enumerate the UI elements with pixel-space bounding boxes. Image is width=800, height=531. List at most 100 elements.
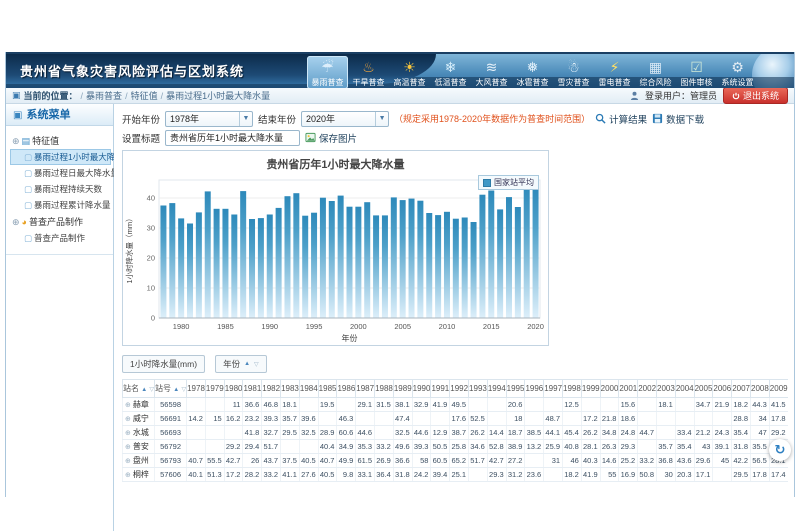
col-header-year[interactable]: 2007 bbox=[732, 380, 751, 398]
col-header-year[interactable]: 2003 bbox=[657, 380, 676, 398]
search-icon bbox=[595, 113, 606, 124]
nav-item-overall-risk[interactable]: ▦综合风险 bbox=[635, 56, 676, 88]
nav-item-hail-census[interactable]: ❅冰雹普查 bbox=[512, 56, 553, 88]
col-header-year[interactable]: 2000 bbox=[600, 380, 619, 398]
calculate-button[interactable]: 计算结果 bbox=[595, 112, 647, 126]
value-cell: 33.4 bbox=[675, 426, 694, 440]
expand-row-icon[interactable]: ⊕ bbox=[125, 430, 131, 437]
value-cell: 43 bbox=[694, 440, 713, 454]
col-header-year[interactable]: 1979 bbox=[205, 380, 224, 398]
col-header-year[interactable]: 1998 bbox=[563, 380, 582, 398]
breadcrumb-link[interactable]: 暴雨过程1小时最大降水量 bbox=[166, 91, 270, 101]
expand-row-icon[interactable]: ⊕ bbox=[125, 416, 131, 423]
value-cell: 44.7 bbox=[638, 426, 657, 440]
chart-title-input[interactable]: 贵州省历年1小时最大降水量 bbox=[165, 130, 300, 146]
value-cell: 14.2 bbox=[187, 412, 206, 426]
logout-button[interactable]: 退出系统 bbox=[723, 87, 788, 104]
end-year-label: 结束年份 bbox=[258, 112, 296, 126]
refresh-button[interactable]: ↻ bbox=[769, 439, 791, 461]
col-header-year[interactable]: 2008 bbox=[751, 380, 770, 398]
col-header-year[interactable]: 1995 bbox=[506, 380, 525, 398]
col-header-name[interactable]: 站名 ▲ ▽ bbox=[123, 380, 155, 398]
nav-item-low-temp-census[interactable]: ❄低温普查 bbox=[430, 56, 471, 88]
col-header-year[interactable]: 1983 bbox=[281, 380, 300, 398]
col-header-year[interactable]: 2001 bbox=[619, 380, 638, 398]
col-header-year[interactable]: 1988 bbox=[375, 380, 394, 398]
expand-row-icon[interactable]: ⊕ bbox=[125, 458, 131, 465]
station-name-cell: ⊕赫章 bbox=[123, 398, 155, 412]
col-header-year[interactable]: 1997 bbox=[544, 380, 563, 398]
value-cell: 14.4 bbox=[487, 426, 506, 440]
value-field-chip[interactable]: 1小时降水量(mm) bbox=[122, 355, 205, 373]
col-header-year[interactable]: 1993 bbox=[469, 380, 488, 398]
sidebar-item[interactable]: ▢暴雨过程1小时最大降水量 bbox=[10, 149, 111, 165]
sort-desc-icon[interactable]: ▽ bbox=[254, 361, 259, 368]
nav-item-lightning-census[interactable]: ⚡雷电普查 bbox=[594, 56, 635, 88]
value-cell: 40.3 bbox=[581, 454, 600, 468]
sort-asc-icon[interactable]: ▲ bbox=[141, 387, 147, 393]
expand-row-icon[interactable]: ⊕ bbox=[125, 402, 131, 409]
nav-item-map-review[interactable]: ☑图件审核 bbox=[676, 56, 717, 88]
col-header-year[interactable]: 1980 bbox=[224, 380, 243, 398]
station-id-cell: 56693 bbox=[155, 426, 187, 440]
expand-icon[interactable]: ⊕ bbox=[12, 136, 20, 146]
value-cell: 18.2 bbox=[732, 398, 751, 412]
col-header-year[interactable]: 1994 bbox=[487, 380, 506, 398]
sidebar-group-1[interactable]: ⊕◕普查产品制作 bbox=[10, 213, 111, 230]
station-id-cell: 56793 bbox=[155, 454, 187, 468]
nav-item-wind-census[interactable]: ≋大风普查 bbox=[471, 56, 512, 88]
sidebar-group-0[interactable]: ⊕▤特征值 bbox=[10, 132, 111, 149]
breadcrumb-link[interactable]: 特征值 bbox=[131, 91, 158, 101]
col-header-year[interactable]: 1986 bbox=[337, 380, 356, 398]
sidebar-item[interactable]: ▢普查产品制作 bbox=[10, 230, 111, 246]
col-header-year[interactable]: 1990 bbox=[412, 380, 431, 398]
sidebar-item[interactable]: ▢暴雨过程累计降水量 bbox=[10, 197, 111, 213]
col-header-year[interactable]: 1999 bbox=[581, 380, 600, 398]
value-cell: 40.5 bbox=[299, 454, 318, 468]
col-header-year[interactable]: 2002 bbox=[638, 380, 657, 398]
expand-icon[interactable]: ⊕ bbox=[12, 217, 20, 227]
logged-in-user: 登录用户：管理员 bbox=[645, 89, 717, 102]
col-header-year[interactable]: 1982 bbox=[262, 380, 281, 398]
col-header-year[interactable]: 1991 bbox=[431, 380, 450, 398]
col-header-year[interactable]: 2009 bbox=[769, 380, 788, 398]
col-header-year[interactable]: 2005 bbox=[694, 380, 713, 398]
nav-item-snow-census[interactable]: ☃雪灾普查 bbox=[553, 56, 594, 88]
col-header-year[interactable]: 1992 bbox=[450, 380, 469, 398]
value-cell bbox=[713, 468, 732, 482]
col-header-year[interactable]: 2004 bbox=[675, 380, 694, 398]
col-header-year[interactable]: 1996 bbox=[525, 380, 544, 398]
end-year-select[interactable]: 2020年 ▼ bbox=[301, 111, 389, 127]
col-header-year[interactable]: 1984 bbox=[299, 380, 318, 398]
sort-asc-icon[interactable]: ▲ bbox=[244, 361, 250, 367]
sort-desc-icon[interactable]: ▽ bbox=[181, 387, 186, 393]
value-cell: 36.8 bbox=[657, 454, 676, 468]
col-header-year[interactable]: 1985 bbox=[318, 380, 337, 398]
col-header-year[interactable]: 1987 bbox=[356, 380, 375, 398]
breadcrumb-link[interactable]: 暴雨普查 bbox=[86, 91, 122, 101]
sort-desc-icon[interactable]: ▽ bbox=[149, 387, 154, 393]
expand-row-icon[interactable]: ⊕ bbox=[125, 472, 131, 479]
value-cell bbox=[600, 398, 619, 412]
nav-item-label: 暴雨普查 bbox=[307, 77, 348, 88]
nav-item-high-temp-census[interactable]: ☀高温普查 bbox=[389, 56, 430, 88]
station-id-cell: 57606 bbox=[155, 468, 187, 482]
col-header-year[interactable]: 2006 bbox=[713, 380, 732, 398]
year-field-chip[interactable]: 年份 ▲ ▽ bbox=[215, 355, 267, 373]
sidebar-item[interactable]: ▢暴雨过程日最大降水量 bbox=[10, 165, 111, 181]
col-header-year[interactable]: 1981 bbox=[243, 380, 262, 398]
col-header-year[interactable]: 1978 bbox=[187, 380, 206, 398]
expand-row-icon[interactable]: ⊕ bbox=[125, 444, 131, 451]
col-header-year[interactable]: 1989 bbox=[393, 380, 412, 398]
start-year-select[interactable]: 1978年 ▼ bbox=[165, 111, 253, 127]
sort-asc-icon[interactable]: ▲ bbox=[173, 387, 179, 393]
save-image-button[interactable]: 保存图片 bbox=[305, 131, 357, 145]
nav-item-system-settings[interactable]: ⚙系统设置 bbox=[717, 56, 758, 88]
range-note: （规定采用1978-2020年数据作为普查时间范围） bbox=[394, 112, 590, 125]
nav-item-rainstorm-census[interactable]: ☔暴雨普查 bbox=[307, 56, 348, 88]
value-cell: 9.8 bbox=[337, 468, 356, 482]
col-header-id[interactable]: 站号 ▲ ▽ bbox=[155, 380, 187, 398]
data-download-button[interactable]: 数据下载 bbox=[652, 112, 704, 126]
nav-item-drought-census[interactable]: ♨干旱普查 bbox=[348, 56, 389, 88]
sidebar-item[interactable]: ▢暴雨过程持续天数 bbox=[10, 181, 111, 197]
